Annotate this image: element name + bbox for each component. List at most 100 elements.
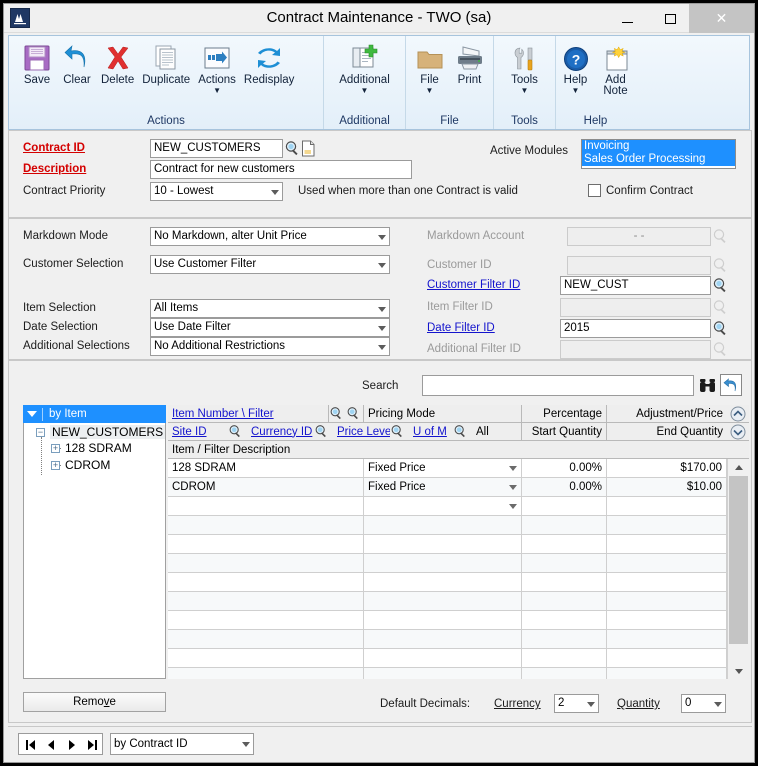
grid-cell-price[interactable] [607, 611, 727, 630]
contract-tree[interactable]: − NEW_CUSTOMERS + 128 SDRAM + CDROM [23, 423, 166, 679]
tree-expand-toggle[interactable]: + [51, 461, 60, 470]
grid-cell-price[interactable] [607, 630, 727, 649]
grid-cell-price[interactable] [607, 497, 727, 516]
active-module-item[interactable]: Sales Order Processing [582, 153, 735, 166]
grid-cell-price[interactable] [607, 554, 727, 573]
contract-priority-select[interactable]: 10 - Lowest [150, 182, 283, 201]
grid-header-site-id[interactable]: Site ID [168, 423, 228, 441]
grid-cell-price[interactable] [607, 573, 727, 592]
find-button[interactable] [698, 376, 717, 395]
currency-decimals-select[interactable]: 2 [554, 694, 599, 713]
date-filter-id-lookup-icon[interactable] [712, 320, 729, 337]
grid-cell-item[interactable]: CDROM [168, 478, 364, 497]
grid-cell-price[interactable]: $170.00 [607, 459, 727, 478]
grid-cell-percentage[interactable] [522, 573, 607, 592]
duplicate-button[interactable]: Duplicate [138, 39, 194, 107]
delete-button[interactable]: Delete [97, 39, 138, 107]
active-module-item[interactable]: Invoicing [582, 140, 735, 153]
grid-header-u-of-m[interactable]: U of M [409, 423, 453, 441]
grid-cell-pricing_mode[interactable] [364, 497, 522, 516]
customer-filter-id-lookup-icon[interactable] [712, 277, 729, 294]
minimize-button[interactable] [608, 4, 646, 33]
grid-cell-item[interactable] [168, 535, 364, 554]
date-filter-id-label[interactable]: Date Filter ID [427, 322, 495, 334]
grid-cell-percentage[interactable] [522, 535, 607, 554]
grid-cell-item[interactable] [168, 611, 364, 630]
grid-cell-percentage[interactable] [522, 649, 607, 668]
record-sort-select[interactable]: by Contract ID [110, 733, 254, 755]
next-record-button[interactable] [62, 735, 82, 755]
active-modules-listbox[interactable]: Invoicing Sales Order Processing [581, 139, 736, 169]
grid-cell-pricing_mode[interactable] [364, 573, 522, 592]
grid-cell-pricing_mode[interactable] [364, 611, 522, 630]
grid-cell-item[interactable] [168, 649, 364, 668]
grid-cell-item[interactable] [168, 573, 364, 592]
previous-record-button[interactable] [41, 735, 61, 755]
quantity-decimals-select[interactable]: 0 [681, 694, 726, 713]
tools-menu-button[interactable]: Tools ▼ [505, 39, 545, 107]
grid-cell-pricing_mode[interactable]: Fixed Price [364, 478, 522, 497]
date-selection-select[interactable]: Use Date Filter [150, 318, 390, 337]
grid-cell-item[interactable] [168, 592, 364, 611]
markdown-mode-select[interactable]: No Markdown, alter Unit Price [150, 227, 390, 246]
scrollbar-down-button[interactable] [728, 663, 749, 679]
customer-selection-select[interactable]: Use Customer Filter [150, 255, 390, 274]
print-button[interactable]: Print [450, 39, 490, 107]
grid-cell-percentage[interactable] [522, 611, 607, 630]
customer-filter-id-label[interactable]: Customer Filter ID [427, 279, 520, 291]
actions-menu-button[interactable]: Actions ▼ [194, 39, 240, 107]
grid-cell-percentage[interactable] [522, 668, 607, 679]
grid-body[interactable]: 128 SDRAM Fixed Price 0.00% $170.00 CDROM Fix… [168, 459, 727, 679]
tree-sort-header[interactable]: by Item [23, 405, 166, 423]
grid-cell-pricing_mode[interactable] [364, 516, 522, 535]
grid-scroll-down-button[interactable] [727, 423, 749, 441]
u-of-m-lookup-cell[interactable] [453, 423, 472, 441]
additional-selections-select[interactable]: No Additional Restrictions [150, 337, 390, 356]
grid-cell-pricing_mode[interactable] [364, 649, 522, 668]
maximize-button[interactable] [651, 4, 689, 33]
first-record-button[interactable] [20, 735, 40, 755]
contract-id-new-note-icon[interactable] [301, 140, 318, 157]
grid-cell-price[interactable] [607, 592, 727, 611]
confirm-contract-checkbox[interactable] [588, 184, 601, 197]
redisplay-button[interactable]: Redisplay [240, 39, 299, 107]
grid-cell-pricing_mode[interactable]: Fixed Price [364, 459, 522, 478]
grid-cell-item[interactable] [168, 516, 364, 535]
save-button[interactable]: Save [17, 39, 57, 107]
grid-cell-price[interactable]: $10.00 [607, 478, 727, 497]
item-number-lookup-cell[interactable] [329, 405, 346, 423]
date-filter-id-input[interactable]: 2015 [560, 319, 711, 338]
search-input[interactable] [422, 375, 694, 396]
grid-cell-price[interactable] [607, 668, 727, 679]
grid-cell-pricing_mode[interactable] [364, 592, 522, 611]
grid-cell-item[interactable] [168, 554, 364, 573]
grid-cell-percentage[interactable] [522, 592, 607, 611]
grid-cell-price[interactable] [607, 516, 727, 535]
grid-cell-item[interactable] [168, 497, 364, 516]
grid-cell-pricing_mode[interactable] [364, 535, 522, 554]
grid-cell-pricing_mode[interactable] [364, 630, 522, 649]
grid-cell-item[interactable] [168, 668, 364, 679]
grid-cell-item[interactable]: 128 SDRAM [168, 459, 364, 478]
add-note-button[interactable]: Add Note [596, 39, 636, 107]
tree-node-item[interactable]: 128 SDRAM [65, 441, 132, 455]
tree-node-item[interactable]: CDROM [65, 458, 110, 472]
grid-cell-percentage[interactable] [522, 497, 607, 516]
scrollbar-up-button[interactable] [728, 459, 749, 475]
help-menu-button[interactable]: ? Help ▼ [556, 39, 596, 107]
grid-header-item-number[interactable]: Item Number \ Filter [168, 405, 329, 423]
grid-header-price-level[interactable]: Price Level [333, 423, 390, 441]
file-menu-button[interactable]: File ▼ [410, 39, 450, 107]
item-filter-lookup-cell[interactable] [346, 405, 364, 423]
scrollbar-thumb[interactable] [729, 476, 748, 644]
reset-search-button[interactable] [720, 374, 742, 396]
grid-cell-price[interactable] [607, 535, 727, 554]
last-record-button[interactable] [82, 735, 103, 755]
grid-cell-percentage[interactable] [522, 516, 607, 535]
contract-id-input[interactable]: NEW_CUSTOMERS [150, 139, 283, 158]
customer-filter-id-input[interactable]: NEW_CUST [560, 276, 711, 295]
grid-header-currency-id[interactable]: Currency ID [247, 423, 314, 441]
clear-button[interactable]: Clear [57, 39, 97, 107]
grid-scrollbar[interactable] [727, 459, 749, 679]
grid-cell-pricing_mode[interactable] [364, 668, 522, 679]
